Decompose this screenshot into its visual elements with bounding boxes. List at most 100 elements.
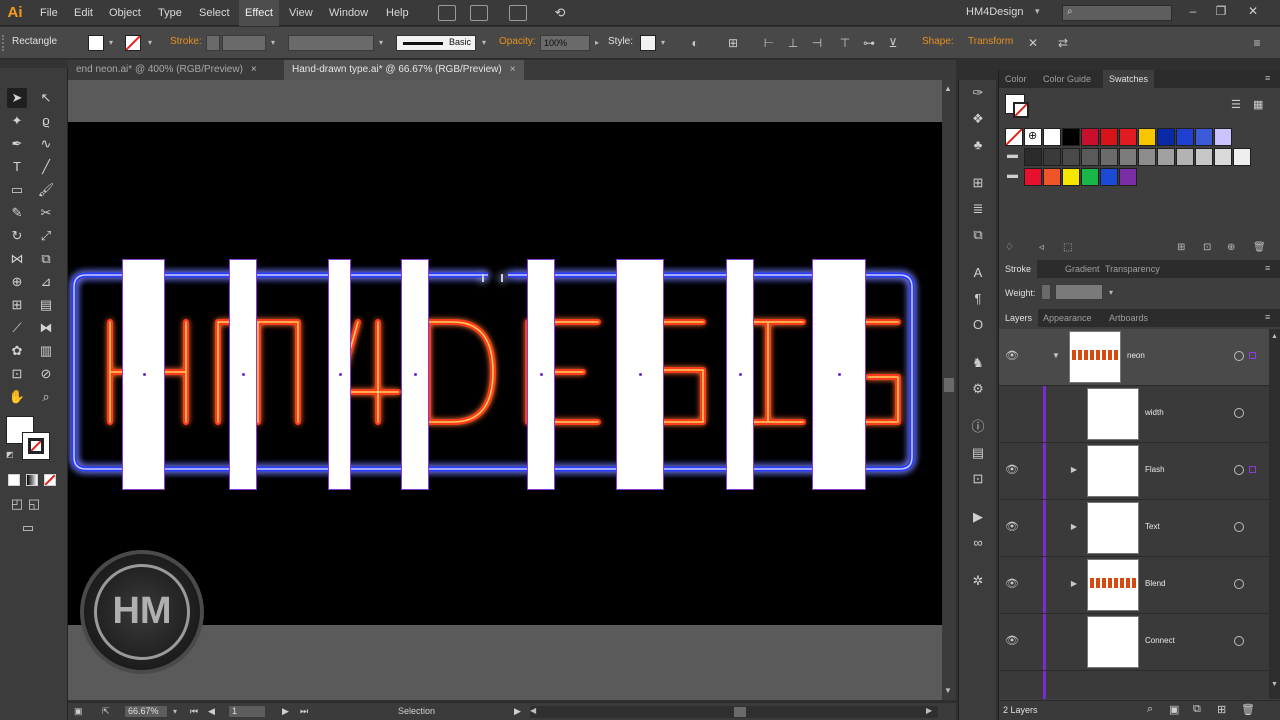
slice-tool-icon[interactable]: ⊘ xyxy=(36,364,56,384)
menu-type[interactable]: Type xyxy=(152,0,188,26)
color-swatch[interactable] xyxy=(1081,168,1099,186)
menu-effect[interactable]: Effect xyxy=(239,0,279,26)
hand-tool-icon[interactable]: ✋ xyxy=(7,387,27,407)
color-swatch[interactable] xyxy=(1100,128,1118,146)
align-to-icon[interactable]: ⊞ xyxy=(726,36,740,50)
selection-tool-icon[interactable]: ➤ xyxy=(7,88,27,108)
chevron-down-icon[interactable]: ▾ xyxy=(145,38,155,48)
tab-hand-drawn-type[interactable]: Hand-drawn type.ai* @ 66.67% (RGB/Previe… xyxy=(284,60,524,80)
prev-artboard-icon[interactable]: ◀ xyxy=(208,706,215,717)
menu-object[interactable]: Object xyxy=(103,0,147,26)
align-center-icon[interactable]: ⊥ xyxy=(786,36,800,50)
color-mode-icon[interactable] xyxy=(8,474,20,486)
panel-menu-icon[interactable]: ≡ xyxy=(1265,312,1270,322)
layer-name[interactable]: Flash xyxy=(1145,465,1165,474)
chevron-down-icon[interactable]: ▾ xyxy=(106,38,116,48)
scroll-up-icon[interactable]: ▲ xyxy=(1271,333,1278,340)
tab-appearance[interactable]: Appearance xyxy=(1037,309,1098,327)
registration-swatch[interactable]: ⊕ xyxy=(1024,128,1042,146)
weight-field[interactable] xyxy=(1055,284,1103,300)
color-swatch[interactable] xyxy=(1062,128,1080,146)
align-bottom-icon[interactable]: ⊻ xyxy=(886,36,900,50)
workspace-switcher[interactable]: HM4Design xyxy=(966,6,1023,18)
make-clipping-mask-icon[interactable]: ▣ xyxy=(1169,703,1179,716)
stock-icon[interactable] xyxy=(470,5,488,21)
free-transform-icon[interactable]: ⧉ xyxy=(36,249,56,269)
line-tool-icon[interactable]: ╱ xyxy=(36,157,56,177)
tab-artboards[interactable]: Artboards xyxy=(1103,309,1154,327)
tab-layers[interactable]: Layers xyxy=(999,309,1039,327)
scissors-icon[interactable]: ✂ xyxy=(36,203,56,223)
layer-row[interactable]: width xyxy=(999,386,1269,443)
document-info-icon[interactable]: ▤ xyxy=(968,444,988,462)
scroll-thumb[interactable] xyxy=(944,378,954,392)
selected-rectangle[interactable] xyxy=(328,259,351,490)
stroke-label[interactable]: Stroke: xyxy=(170,36,202,47)
color-swatch[interactable] xyxy=(1043,148,1061,166)
curvature-tool-icon[interactable]: ∿ xyxy=(36,134,56,154)
new-swatch-icon[interactable]: ⊡ xyxy=(1203,242,1211,253)
chevron-right-icon[interactable]: ▸ xyxy=(592,38,602,48)
folder-icon[interactable]: ▬ xyxy=(1005,148,1023,166)
tab-end-neon[interactable]: end neon.ai* @ 400% (RGB/Preview) × xyxy=(68,60,265,80)
color-swatch[interactable] xyxy=(1024,168,1042,186)
tab-color-guide[interactable]: Color Guide xyxy=(1037,70,1097,88)
layer-name[interactable]: Connect xyxy=(1145,636,1175,645)
target-icon[interactable] xyxy=(1234,408,1244,418)
folder-icon[interactable]: ▬ xyxy=(1005,168,1023,186)
recolor-icon[interactable]: ◐ xyxy=(688,36,702,50)
locate-object-icon[interactable]: ⌕ xyxy=(1147,703,1153,716)
menu-help[interactable]: Help xyxy=(380,0,415,26)
eye-icon[interactable]: 👁 xyxy=(1005,520,1019,534)
gradient-tool-icon[interactable]: ▤ xyxy=(36,295,56,315)
layer-row[interactable]: 👁 Connect xyxy=(999,614,1269,671)
arrange-documents-icon[interactable] xyxy=(509,5,527,21)
stroke-swatch[interactable] xyxy=(125,35,141,51)
column-graph-icon[interactable]: ▥ xyxy=(36,341,56,361)
chevron-down-icon[interactable]: ▾ xyxy=(1035,6,1040,17)
layer-row[interactable]: 👁 ▼ neon xyxy=(999,329,1269,386)
target-icon[interactable] xyxy=(1234,579,1244,589)
opacity-label[interactable]: Opacity: xyxy=(499,36,536,47)
tab-transparency[interactable]: Transparency xyxy=(1099,260,1166,278)
color-swatch[interactable] xyxy=(1214,128,1232,146)
horizontal-scrollbar[interactable]: ◀ ▶ xyxy=(530,706,938,718)
color-swatch[interactable] xyxy=(1100,168,1118,186)
target-icon[interactable] xyxy=(1234,351,1244,361)
default-colors-icon[interactable]: ◩ xyxy=(6,450,16,460)
selected-rectangle[interactable] xyxy=(401,259,429,490)
chevron-down-icon[interactable]: ▾ xyxy=(170,707,180,717)
color-swatch[interactable] xyxy=(1119,168,1137,186)
paintbrush-icon[interactable]: 🖌 xyxy=(36,180,56,200)
h-scroll-thumb[interactable] xyxy=(734,707,746,717)
pathfinder-icon[interactable]: ⧉ xyxy=(968,226,988,244)
selection-indicator[interactable] xyxy=(1249,352,1256,359)
layer-name[interactable]: neon xyxy=(1127,351,1145,360)
tab-swatches[interactable]: Swatches xyxy=(1103,70,1155,88)
eye-icon[interactable] xyxy=(1005,406,1019,420)
chevron-down-icon[interactable]: ▾ xyxy=(268,38,278,48)
swatch-options-icon[interactable]: ⬚ xyxy=(1063,242,1072,253)
links-icon[interactable]: ∞ xyxy=(968,534,988,552)
artboard-tool-icon[interactable]: ⊡ xyxy=(7,364,27,384)
draw-behind-icon[interactable]: ◱ xyxy=(24,494,44,514)
color-swatch[interactable] xyxy=(1138,148,1156,166)
layer-row[interactable]: 👁 ▶ Text xyxy=(999,500,1269,557)
lasso-icon[interactable]: ϱ xyxy=(36,111,56,131)
eye-icon[interactable]: 👁 xyxy=(1005,463,1019,477)
reveal-icon[interactable]: ⇱ xyxy=(102,706,110,717)
minimize-icon[interactable]: – xyxy=(1180,2,1206,20)
navigator-icon[interactable]: ⊡ xyxy=(968,470,988,488)
tab-color[interactable]: Color xyxy=(999,70,1033,88)
magic-wand-icon[interactable]: ✦ xyxy=(7,111,27,131)
new-layer-icon[interactable]: ⊞ xyxy=(1217,703,1226,716)
panel-menu-icon[interactable]: ≡ xyxy=(1265,263,1270,273)
pencil-tool-icon[interactable]: ✎ xyxy=(7,203,27,223)
align-right-icon[interactable]: ⊣ xyxy=(810,36,824,50)
color-swatch[interactable] xyxy=(1214,148,1232,166)
selected-rectangle[interactable] xyxy=(812,259,866,490)
status-menu-icon[interactable]: ▶ xyxy=(514,706,521,717)
color-swatch[interactable] xyxy=(1043,168,1061,186)
close-icon[interactable]: × xyxy=(510,64,516,75)
eye-icon[interactable]: 👁 xyxy=(1005,349,1019,363)
